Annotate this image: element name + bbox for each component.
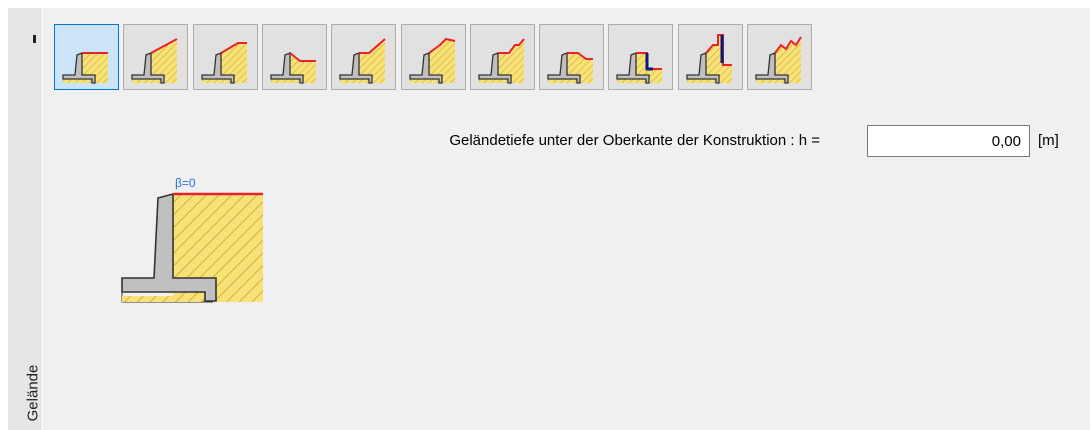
terrain-depth-input[interactable]	[867, 125, 1030, 157]
terrain-berm-slope-button[interactable]	[331, 24, 396, 90]
terrain-slope-icon	[131, 38, 178, 84]
terrain-general-button[interactable]	[747, 24, 812, 90]
beta-label: β=0	[175, 176, 196, 190]
terrain-slope-berm-icon	[201, 42, 247, 84]
terrain-slope-down-icon	[547, 52, 593, 84]
terrain-depth-unit: [m]	[1038, 132, 1059, 149]
terrain-low-wall-icon	[616, 52, 662, 84]
terrain-berm-slope-icon	[339, 38, 386, 84]
terrain-panel: Geländetiefe unter der Oberkante der Kon…	[43, 8, 1090, 430]
sidebar-tab-gelaende[interactable]: Gelände	[25, 365, 42, 422]
terrain-stepped-icon	[478, 38, 525, 84]
terrain-slope-down-button[interactable]	[539, 24, 604, 90]
terrain-slope-button[interactable]	[123, 24, 188, 90]
terrain-high-wall-button[interactable]	[678, 24, 743, 90]
terrain-descending-icon	[270, 52, 316, 84]
sidebar-grip-icon[interactable]	[33, 35, 36, 43]
terrain-broken-button[interactable]	[401, 24, 466, 90]
terrain-horizontal-button[interactable]	[54, 24, 119, 90]
terrain-low-wall-button[interactable]	[608, 24, 673, 90]
terrain-general-icon	[755, 36, 802, 84]
terrain-depth-label: Geländetiefe unter der Oberkante der Kon…	[449, 132, 820, 149]
terrain-broken-icon	[409, 37, 456, 84]
terrain-descending-button[interactable]	[262, 24, 327, 90]
terrain-high-wall-icon	[686, 34, 732, 84]
left-sidebar: Gelände	[8, 8, 42, 430]
terrain-horizontal-icon	[62, 52, 108, 84]
soil-front	[122, 296, 202, 302]
terrain-stepped-button[interactable]	[470, 24, 535, 90]
terrain-slope-berm-button[interactable]	[193, 24, 258, 90]
terrain-preview-diagram: β=0	[121, 176, 263, 303]
